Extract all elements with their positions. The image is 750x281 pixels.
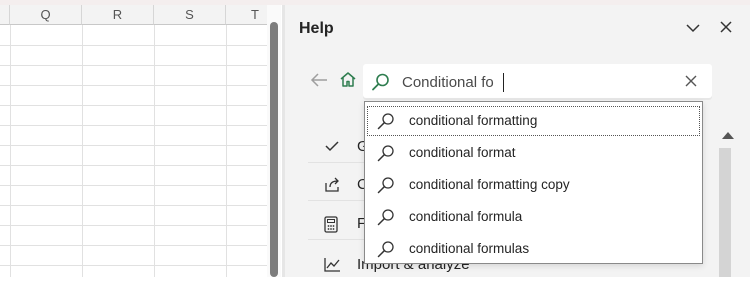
help-search-box[interactable] <box>363 64 712 100</box>
spreadsheet-grid[interactable]: Q R S T <box>0 5 267 277</box>
grid-line <box>10 25 11 277</box>
vertical-scrollbar[interactable] <box>267 5 281 277</box>
column-header-r[interactable]: R <box>82 5 154 25</box>
calculator-icon <box>324 216 338 238</box>
suggestion-label: conditional format <box>409 145 516 160</box>
suggestion-item[interactable]: conditional format <box>367 138 700 168</box>
column-header-t[interactable]: T <box>226 5 267 25</box>
suggestion-item[interactable]: conditional formatting copy <box>367 170 700 200</box>
pane-scrollbar[interactable] <box>719 148 731 277</box>
suggestion-label: conditional formatting copy <box>409 177 570 192</box>
grid-line <box>226 25 227 277</box>
grid-line <box>0 105 267 106</box>
search-icon <box>376 144 396 167</box>
share-icon <box>324 177 342 198</box>
home-icon <box>339 71 357 93</box>
back-button[interactable] <box>307 70 331 94</box>
search-icon <box>376 240 396 263</box>
home-button[interactable] <box>336 70 360 94</box>
grid-line <box>0 65 267 66</box>
text-caret <box>503 73 504 92</box>
close-icon <box>719 20 733 39</box>
search-icon <box>370 71 392 98</box>
grid-line <box>0 125 267 126</box>
search-icon <box>376 176 396 199</box>
chevron-down-icon <box>685 20 701 38</box>
pane-options-button[interactable] <box>681 17 705 41</box>
grid-line <box>0 185 267 186</box>
chart-icon <box>324 257 341 277</box>
clear-search-button[interactable] <box>681 73 701 93</box>
grid-line <box>0 205 267 206</box>
close-pane-button[interactable] <box>714 17 738 41</box>
scrollbar-thumb[interactable] <box>270 22 278 277</box>
search-icon <box>376 112 396 135</box>
column-header-q[interactable]: Q <box>10 5 82 25</box>
search-icon <box>376 208 396 231</box>
grid-line <box>0 225 267 226</box>
grid-line <box>0 265 267 266</box>
pane-title: Help <box>299 20 334 37</box>
arrow-left-icon <box>309 72 329 93</box>
close-icon <box>684 74 698 93</box>
suggestion-item[interactable]: conditional formula <box>367 202 700 232</box>
grid-line <box>0 85 267 86</box>
suggestion-label: conditional formatting <box>409 113 538 128</box>
grid-line <box>0 145 267 146</box>
search-input[interactable] <box>402 72 672 92</box>
search-suggestions-dropdown: conditional formatting conditional forma… <box>364 101 703 264</box>
grid-line <box>0 245 267 246</box>
grid-line <box>0 165 267 166</box>
grid-line <box>0 45 267 46</box>
column-header-s[interactable]: S <box>154 5 226 25</box>
suggestion-item[interactable]: conditional formatting <box>367 106 700 136</box>
suggestion-label: conditional formula <box>409 209 523 224</box>
checkmark-icon <box>324 139 340 158</box>
suggestion-label: conditional formulas <box>409 241 530 256</box>
column-header-partial[interactable] <box>0 5 10 25</box>
grid-line <box>154 25 155 277</box>
suggestion-item[interactable]: conditional formulas <box>367 234 700 264</box>
grid-line <box>82 25 83 277</box>
pane-scroll-up-arrow[interactable] <box>722 132 734 139</box>
